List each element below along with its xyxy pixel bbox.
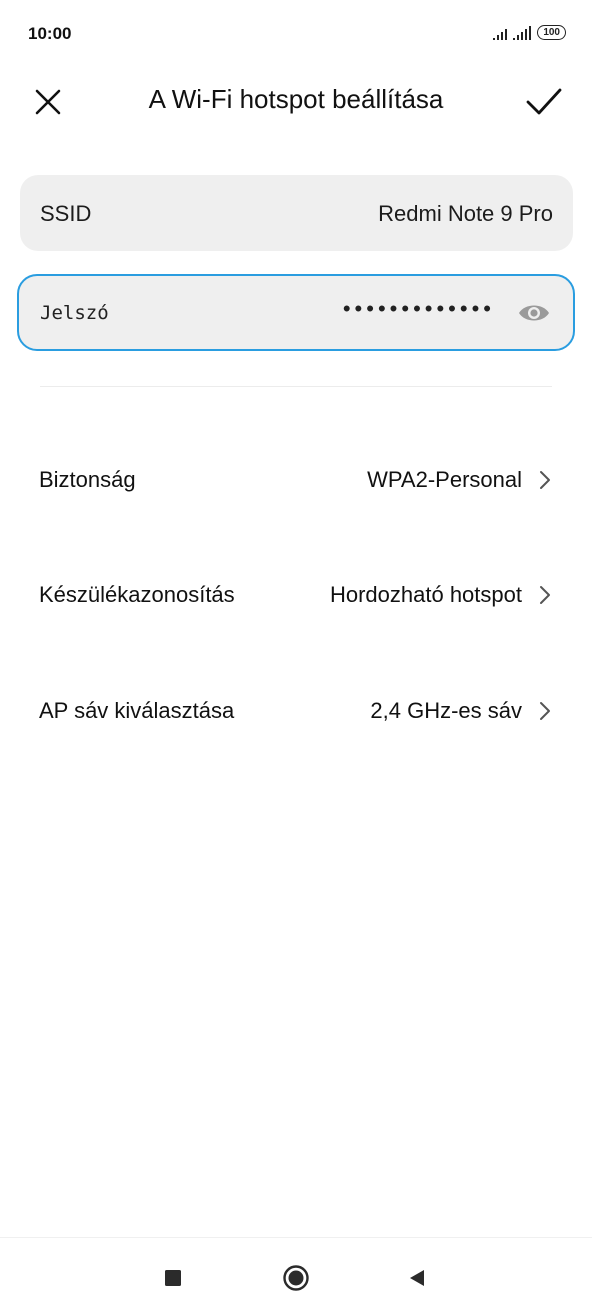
setting-value: WPA2-Personal [367, 467, 522, 492]
ssid-value: Redmi Note 9 Pro [378, 201, 553, 226]
navigation-bar [0, 1237, 592, 1316]
setting-value: 2,4 GHz-es sáv [370, 698, 522, 723]
back-icon [410, 1270, 424, 1286]
checkmark-icon [526, 88, 562, 115]
password-input[interactable]: ••••••••••••• [343, 296, 495, 322]
ssid-field[interactable]: SSID Redmi Note 9 Pro [20, 175, 573, 251]
setting-label: Készülékazonosítás [39, 582, 235, 607]
back-button[interactable] [402, 1263, 432, 1293]
chevron-right-icon [540, 471, 550, 489]
signal-icon [493, 26, 508, 40]
recents-button[interactable] [158, 1263, 188, 1293]
setting-value: Hordozható hotspot [329, 582, 522, 607]
page-title: A Wi-Fi hotspot beállítása [148, 84, 444, 114]
setting-row-security[interactable]: Biztonság WPA2-Personal [0, 450, 592, 510]
home-icon [283, 1265, 309, 1291]
title-bar: A Wi-Fi hotspot beállítása [0, 70, 592, 130]
setting-label: AP sáv kiválasztása [39, 698, 235, 723]
password-label: Jelszó [40, 302, 109, 324]
chevron-right-icon [540, 586, 550, 604]
setting-label: Biztonság [39, 467, 136, 492]
setting-row-device-id[interactable]: Készülékazonosítás Hordozható hotspot [0, 565, 592, 625]
status-time: 10:00 [28, 24, 72, 43]
status-bar: 10:00 100 [0, 0, 592, 70]
password-field[interactable]: Jelszó ••••••••••••• [17, 274, 575, 351]
status-icons: 100 [493, 25, 566, 40]
signal-icon [513, 26, 532, 40]
chevron-right-icon [540, 702, 550, 720]
battery-icon: 100 [537, 25, 566, 40]
setting-row-ap-band[interactable]: AP sáv kiválasztása 2,4 GHz-es sáv [0, 681, 592, 741]
show-password-button[interactable] [517, 300, 551, 326]
recents-icon [165, 1270, 181, 1286]
confirm-button[interactable] [524, 82, 564, 122]
eye-icon [519, 305, 549, 321]
ssid-label: SSID [40, 201, 92, 226]
home-button[interactable] [281, 1263, 311, 1293]
divider [40, 386, 552, 387]
